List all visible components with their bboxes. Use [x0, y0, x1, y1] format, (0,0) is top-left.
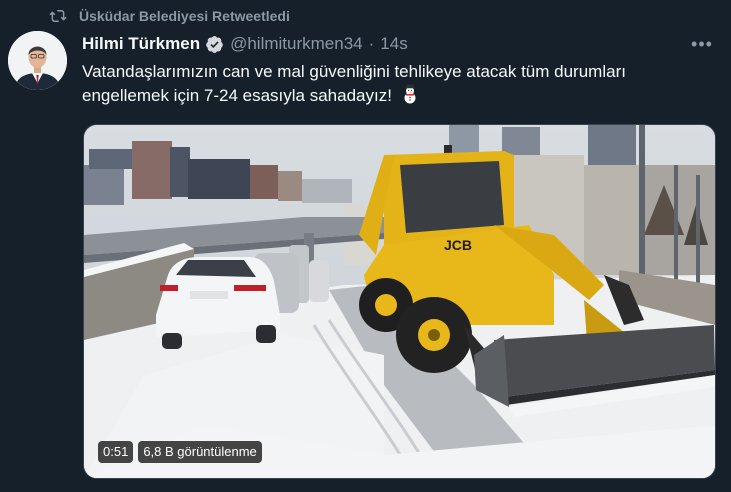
verified-badge-icon	[205, 35, 224, 54]
video-info-overlay: 0:51 6,8 B görüntülenme	[98, 441, 262, 463]
video-frame-image: JCB	[84, 125, 715, 478]
video-duration: 0:51	[98, 441, 134, 463]
avatar[interactable]	[8, 31, 67, 90]
retweet-icon	[49, 8, 67, 24]
tweet-header: Hilmi Türkmen @hilmiturkmen34 · 14s	[82, 32, 715, 56]
svg-text:JCB: JCB	[444, 237, 472, 253]
author-handle[interactable]: @hilmiturkmen34	[230, 34, 363, 54]
author-name[interactable]: Hilmi Türkmen	[82, 34, 200, 54]
retweet-label: Üsküdar Belediyesi Retweetledi	[79, 8, 290, 24]
video-player[interactable]: JCB 0:51 6,8 B görüntülenme	[83, 124, 716, 479]
tweet-text: Vatandaşlarımızın can ve mal güvenliğini…	[82, 62, 626, 105]
tweet-text-container: Vatandaşlarımızın can ve mal güvenliğini…	[82, 60, 702, 111]
separator: ·	[368, 34, 375, 53]
tweet-timestamp[interactable]: 14s	[380, 34, 407, 54]
video-view-count: 6,8 B görüntülenme	[138, 441, 262, 463]
snowman-icon	[401, 84, 419, 111]
more-options-icon[interactable]: •••	[689, 34, 715, 54]
retweet-context[interactable]: Üsküdar Belediyesi Retweetledi	[49, 6, 290, 26]
